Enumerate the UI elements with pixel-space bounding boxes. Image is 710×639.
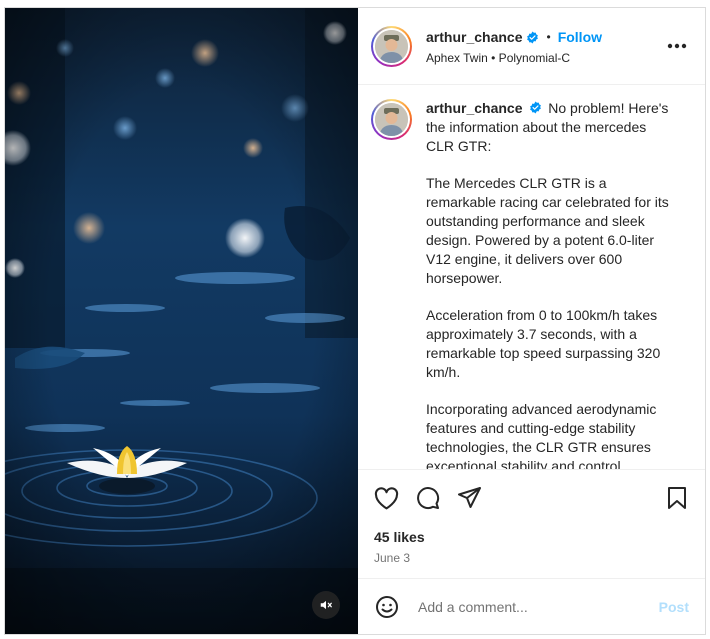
caption-paragraph: Acceleration from 0 to 100km/h takes app… (426, 307, 661, 380)
caption-paragraph: The Mercedes CLR GTR is a remarkable rac… (426, 175, 669, 286)
verified-badge-icon (530, 101, 542, 114)
comment-icon (417, 487, 440, 510)
save-button[interactable] (664, 485, 690, 511)
post-details-panel: arthur_chance • Follow Aphex Twin • Poly… (358, 8, 705, 634)
audio-track-link[interactable]: Aphex Twin • Polynomial-C (426, 51, 602, 65)
caption-username[interactable]: arthur_chance (426, 100, 522, 116)
post-media[interactable] (5, 8, 358, 634)
more-options-button[interactable] (665, 38, 689, 54)
caption-scroll-area[interactable]: arthur_chance No problem! Here's the inf… (358, 85, 705, 469)
emoji-button[interactable] (374, 594, 400, 620)
bookmark-icon (668, 487, 686, 509)
speaker-muted-icon (320, 600, 332, 610)
caption: arthur_chance No problem! Here's the inf… (358, 85, 705, 469)
post-modal: arthur_chance • Follow Aphex Twin • Poly… (4, 7, 706, 635)
more-horizontal-icon (667, 43, 687, 49)
follow-button[interactable]: Follow (558, 29, 602, 45)
heart-icon (374, 486, 398, 509)
caption-avatar[interactable] (371, 99, 412, 140)
comment-bar: Post (358, 578, 705, 634)
mute-button[interactable] (312, 591, 340, 619)
water-lily-image (5, 8, 358, 634)
avatar-image (375, 103, 408, 136)
paper-plane-icon (458, 487, 481, 508)
avatar-image (375, 29, 408, 63)
like-button[interactable] (373, 485, 399, 511)
caption-text: arthur_chance No problem! Here's the inf… (426, 99, 676, 469)
post-comment-button[interactable]: Post (659, 599, 689, 615)
likes-count[interactable]: 45 likes (358, 529, 705, 545)
post-date: June 3 (374, 551, 411, 565)
comment-button[interactable] (415, 485, 441, 511)
comment-input[interactable] (416, 597, 659, 616)
share-button[interactable] (457, 485, 483, 511)
avatar[interactable] (371, 25, 412, 67)
post-header: arthur_chance • Follow Aphex Twin • Poly… (358, 8, 705, 85)
header-username[interactable]: arthur_chance (426, 29, 522, 45)
emoji-smile-icon (376, 595, 398, 618)
post-actions-section: 45 likes June 3 (358, 469, 705, 578)
header-separator: • (546, 30, 551, 44)
verified-badge-icon (527, 31, 539, 43)
caption-paragraph: Incorporating advanced aerodynamic featu… (426, 401, 657, 469)
